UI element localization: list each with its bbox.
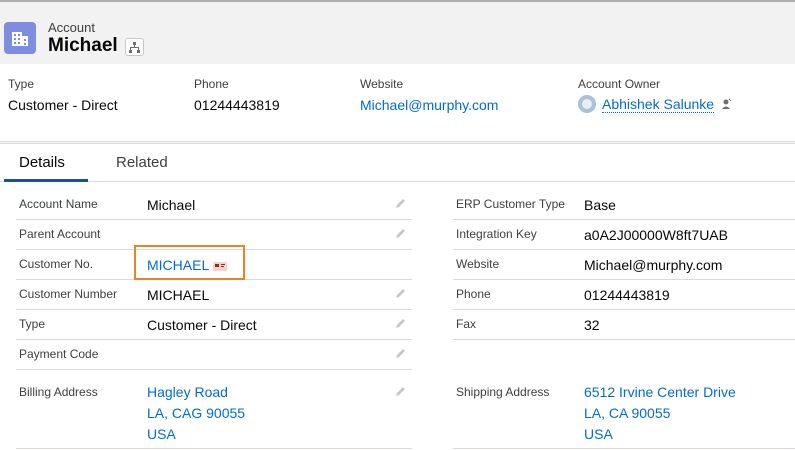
tab-details[interactable]: Details	[19, 154, 65, 171]
address-line: LA, CAG 90055	[147, 405, 246, 421]
field-label: Website	[456, 257, 500, 271]
highlight-label: Phone	[194, 77, 229, 91]
view-hierarchy-button[interactable]	[125, 38, 144, 56]
field-value: 32	[584, 317, 600, 333]
field-row-customer-number: Customer Number MICHAEL	[16, 280, 412, 310]
field-row-erp-customer-type: ERP Customer Type Base	[453, 190, 795, 220]
address-line: Hagley Road	[147, 384, 228, 400]
hierarchy-icon	[129, 42, 140, 53]
field-label: Type	[19, 317, 46, 331]
field-label: Account Name	[19, 197, 98, 211]
tab-bar: Details Related	[0, 144, 795, 182]
edit-pencil-icon[interactable]	[394, 228, 406, 240]
website-link[interactable]: Michael@murphy.com	[584, 257, 722, 273]
highlight-value: 01244443819	[194, 97, 280, 113]
field-row-type: Type Customer - Direct	[16, 310, 412, 340]
highlight-box	[134, 245, 245, 280]
record-header: Account Michael	[0, 2, 795, 64]
field-row-payment-code: Payment Code	[16, 340, 412, 370]
field-value: MICHAEL	[147, 287, 210, 303]
object-label: Account	[48, 20, 95, 35]
field-row-shipping-address: Shipping Address 6512 Irvine Center Driv…	[453, 370, 795, 449]
field-label: Customer Number	[19, 287, 118, 301]
edit-pencil-icon[interactable]	[394, 318, 406, 330]
field-row-billing-address: Billing Address Hagley Road LA, CAG 9005…	[16, 370, 412, 449]
edit-pencil-icon[interactable]	[394, 348, 406, 360]
building-icon	[4, 22, 36, 54]
address-line: USA	[584, 426, 613, 442]
highlight-type: Type Customer - Direct	[8, 77, 118, 113]
shipping-address-link[interactable]: 6512 Irvine Center Drive LA, CA 90055 US…	[584, 382, 736, 445]
owner-link[interactable]: Abhishek Salunke	[602, 96, 715, 113]
highlight-value: Customer - Direct	[8, 97, 118, 113]
address-line: USA	[147, 426, 176, 442]
field-row-account-name: Account Name Michael	[16, 190, 412, 220]
field-label: Customer No.	[19, 257, 94, 271]
highlight-label: Website	[360, 77, 404, 91]
field-label: Billing Address	[19, 385, 98, 399]
highlight-label: Type	[8, 77, 35, 91]
address-line: LA, CA 90055	[584, 405, 671, 421]
field-value: Customer - Direct	[147, 317, 257, 333]
field-row-fax: Fax 32	[453, 310, 795, 340]
field-value: 01244443819	[584, 287, 670, 303]
field-value: Michael	[147, 197, 196, 213]
field-label: Integration Key	[456, 227, 537, 241]
website-link[interactable]: Michael@murphy.com	[360, 97, 498, 113]
active-tab-indicator	[4, 179, 88, 182]
highlight-phone: Phone 01244443819	[194, 77, 280, 113]
field-row-website: Website Michael@murphy.com	[453, 250, 795, 280]
field-label: Phone	[456, 287, 491, 301]
field-label: Parent Account	[19, 227, 101, 241]
highlights-panel: Type Customer - Direct Phone 01244443819…	[0, 64, 795, 142]
edit-pencil-icon[interactable]	[394, 386, 406, 398]
highlight-label: Account Owner	[578, 77, 661, 91]
field-value: Base	[584, 197, 616, 213]
field-label: Shipping Address	[456, 385, 550, 399]
field-label: ERP Customer Type	[456, 197, 565, 211]
change-owner-icon[interactable]	[720, 98, 732, 110]
record-name: Michael	[48, 35, 118, 56]
edit-pencil-icon[interactable]	[394, 198, 406, 210]
highlight-owner: Account Owner Abhishek Salunke	[578, 77, 732, 113]
field-label: Payment Code	[19, 347, 99, 361]
billing-address-link[interactable]: Hagley Road LA, CAG 90055 USA	[147, 382, 245, 445]
edit-pencil-icon[interactable]	[394, 288, 406, 300]
highlight-website: Website Michael@murphy.com	[360, 77, 498, 113]
field-value: a0A2J00000W8ft7UAB	[584, 227, 728, 243]
owner-avatar-icon	[578, 95, 596, 113]
address-line: 6512 Irvine Center Drive	[584, 384, 736, 400]
field-label: Fax	[456, 317, 477, 331]
field-row-integration-key: Integration Key a0A2J00000W8ft7UAB	[453, 220, 795, 250]
tab-related[interactable]: Related	[116, 154, 168, 171]
field-row-phone: Phone 01244443819	[453, 280, 795, 310]
